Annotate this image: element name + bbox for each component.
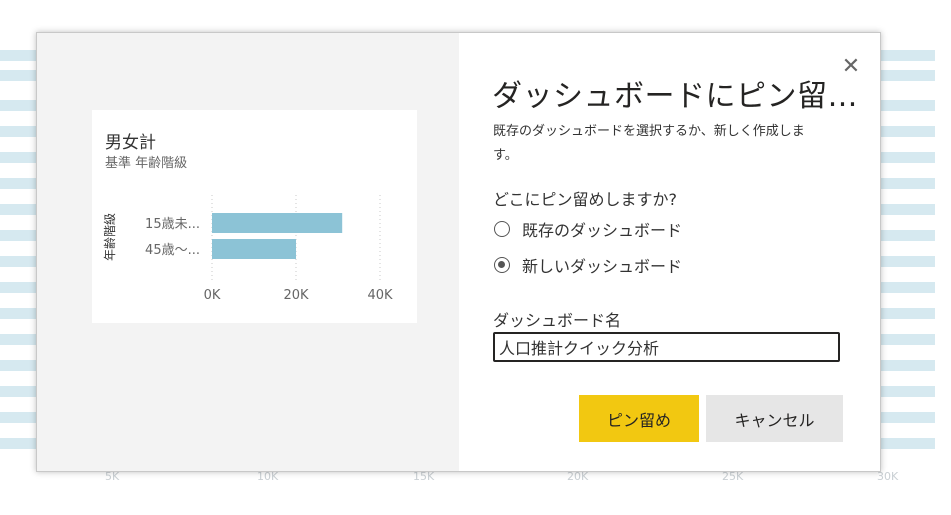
preview-pane: 男女計 基準 年齢階級 15歳未... 45歳～... 0K 20K 40K 年齢階級 [37, 33, 459, 471]
x-tick-label: 40K [367, 288, 393, 303]
bar [212, 239, 296, 259]
bar [212, 213, 343, 233]
pin-to-dashboard-dialog: 男女計 基準 年齢階級 15歳未... 45歳～... 0K 20K 40K 年齢階級 ✕… [36, 32, 881, 472]
radio-existing-dashboard[interactable]: 既存のダッシュボード [494, 217, 682, 241]
x-tick-label: 20K [283, 288, 309, 303]
cancel-button[interactable]: キャンセル [706, 395, 843, 442]
dashboard-name-input[interactable] [493, 332, 840, 362]
pin-location-question: どこにピン留めしますか? [493, 190, 678, 209]
dashboard-name-label: ダッシュボード名 [493, 311, 622, 330]
radio-checked-icon[interactable] [494, 257, 510, 273]
bar-chart: 15歳未... 45歳～... 0K 20K 40K 年齢階級 [102, 195, 393, 303]
radio-unchecked-icon[interactable] [494, 221, 510, 237]
category-label: 15歳未... [145, 217, 200, 232]
dialog-title: ダッシュボードにピン留… [492, 79, 858, 114]
y-axis-label: 年齢階級 [102, 213, 117, 261]
category-label: 45歳～... [145, 243, 200, 258]
x-tick-label: 0K [204, 288, 221, 303]
dialog-description: 既存のダッシュボードを選択するか、新しく作成します。 [493, 124, 805, 163]
radio-label: 新しいダッシュボード [522, 257, 683, 276]
radio-label: 既存のダッシュボード [522, 221, 683, 240]
visual-preview-card: 男女計 基準 年齢階級 15歳未... 45歳～... 0K 20K 40K 年齢階級 [92, 110, 417, 323]
radio-new-dashboard[interactable]: 新しいダッシュボード [494, 253, 682, 277]
pin-button[interactable]: ピン留め [579, 395, 699, 442]
